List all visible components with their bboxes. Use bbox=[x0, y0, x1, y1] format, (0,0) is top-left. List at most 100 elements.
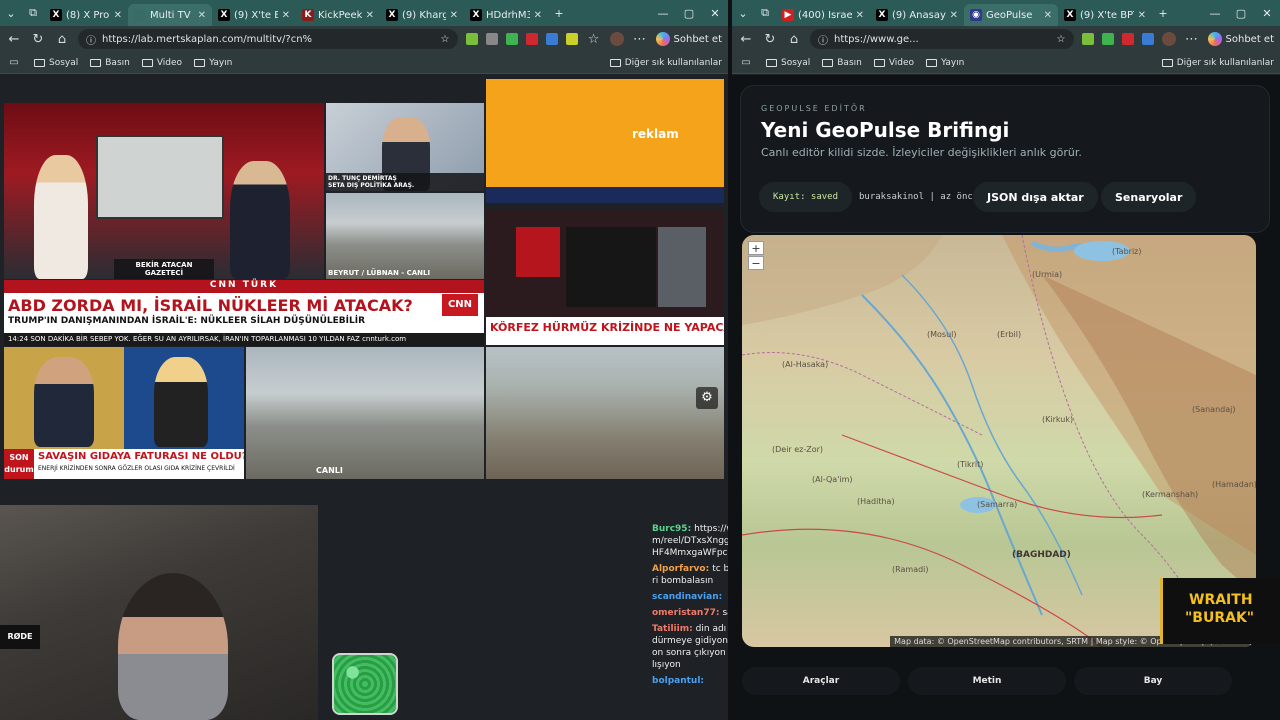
map-city-label: (Deir ez-Zor) bbox=[772, 445, 824, 454]
maximize-icon[interactable]: ▢ bbox=[676, 7, 702, 20]
tab-4[interactable]: X (9) Kharg - Ar ✕ bbox=[380, 4, 464, 26]
chat-username[interactable]: Alporfarvo: bbox=[652, 564, 709, 574]
bookmark-folder-video[interactable]: Video bbox=[873, 58, 914, 68]
close-window-icon[interactable]: ✕ bbox=[702, 7, 728, 20]
copilot-button[interactable]: Sohbet et bbox=[655, 32, 722, 46]
more-menu-icon[interactable]: ⋯ bbox=[1184, 32, 1200, 47]
zoom-out-button[interactable]: − bbox=[748, 256, 764, 270]
extension-icon[interactable] bbox=[1081, 33, 1094, 45]
close-window-icon[interactable]: ✕ bbox=[1254, 7, 1280, 20]
chat-username[interactable]: scandinavian: bbox=[652, 592, 722, 602]
refresh-icon[interactable]: ↻ bbox=[762, 32, 778, 47]
tv-tile-szc[interactable]: KÖRFEZ HÜRMÜZ KRİZİNDE NE YAPACAK? bbox=[486, 209, 724, 345]
tv-tile-aerial[interactable]: ⚙ bbox=[486, 347, 724, 479]
home-icon[interactable]: ⌂ bbox=[786, 32, 802, 47]
other-favorites[interactable]: Diğer sık kullanılanlar bbox=[609, 58, 722, 68]
tab-3[interactable]: X (9) X'te BPT: " ✕ bbox=[1058, 4, 1152, 26]
workspaces-icon[interactable]: ⧉ bbox=[754, 0, 776, 26]
scenarios-button[interactable]: Senaryolar bbox=[1101, 182, 1197, 212]
chat-username[interactable]: Tatiliim: bbox=[652, 624, 693, 634]
bookmark-folder-video[interactable]: Video bbox=[141, 57, 183, 68]
tab-0[interactable]: X (8) X Pro ✕ bbox=[44, 4, 128, 26]
extension-icon[interactable] bbox=[1121, 33, 1134, 45]
extension-icon[interactable] bbox=[1101, 33, 1114, 45]
close-tab-icon[interactable]: ✕ bbox=[856, 10, 864, 21]
chat-username[interactable]: omeristan77: bbox=[652, 608, 719, 618]
tool-tab-2[interactable]: Bay bbox=[1074, 667, 1232, 695]
back-icon[interactable]: ← bbox=[738, 32, 754, 47]
bookmark-folder-basin[interactable]: Basın bbox=[90, 58, 130, 68]
tab-0[interactable]: ▶ (400) Israel Live ✕ bbox=[776, 4, 870, 26]
chat-username[interactable]: bolpantul: bbox=[652, 676, 704, 686]
bookmark-folder-sosyal[interactable]: Sosyal bbox=[766, 58, 810, 68]
tab-1[interactable]: X (9) Anasay ✕ bbox=[870, 4, 964, 26]
tv-tile-son-durum[interactable]: SON durum SAVAŞIN GIDAYA FATURASI NE OLD… bbox=[4, 347, 244, 479]
tv-tile-ad[interactable]: reklam bbox=[486, 79, 724, 203]
tv-tile-skyline[interactable]: CANLI bbox=[246, 347, 484, 479]
extension-icon[interactable] bbox=[1141, 33, 1154, 45]
tab-2[interactable]: X (9) X'te Bozuk ✕ bbox=[212, 4, 296, 26]
close-tab-icon[interactable]: ✕ bbox=[366, 10, 374, 21]
close-tab-icon[interactable]: ✕ bbox=[450, 10, 458, 21]
extension-icon[interactable] bbox=[465, 33, 478, 45]
json-export-button[interactable]: JSON dışa aktar bbox=[973, 182, 1098, 212]
chat-username[interactable]: Burc95: bbox=[652, 524, 691, 534]
zoom-in-button[interactable]: + bbox=[748, 241, 764, 255]
tool-tab-1[interactable]: Metin bbox=[908, 667, 1066, 695]
tv-tile-studio[interactable]: BEKİR ATACAN GAZETECİ bbox=[4, 103, 324, 279]
tv-tile-beirut[interactable]: BEYRUT / LÜBNAN - CANLI bbox=[326, 193, 484, 279]
close-tab-icon[interactable]: ✕ bbox=[1044, 10, 1052, 21]
new-tab-button[interactable]: + bbox=[548, 0, 570, 26]
extension-icon[interactable] bbox=[525, 33, 538, 45]
new-tab-button[interactable]: + bbox=[1152, 0, 1174, 26]
favorite-star-icon[interactable]: ☆ bbox=[441, 34, 450, 45]
extension-icon[interactable] bbox=[545, 33, 558, 45]
tab-menu-icon[interactable]: ⌄ bbox=[732, 0, 754, 26]
tab-2[interactable]: ◉ GeoPulse ✕ bbox=[964, 4, 1058, 26]
extension-icon[interactable] bbox=[505, 33, 518, 45]
page-title: Yeni GeoPulse Brifingi bbox=[761, 118, 1010, 142]
bookmark-label: Video bbox=[156, 57, 183, 68]
site-info-icon[interactable]: ⓘ bbox=[818, 32, 828, 47]
refresh-icon[interactable]: ↻ bbox=[30, 32, 46, 47]
extension-icon[interactable] bbox=[565, 33, 578, 45]
copilot-button[interactable]: Sohbet et bbox=[1207, 32, 1274, 46]
tool-tab-0[interactable]: Araçlar bbox=[742, 667, 900, 695]
address-bar[interactable]: ⓘ https://lab.mertskaplan.com/multitv/?c… bbox=[78, 29, 458, 49]
address-bar[interactable]: ⓘ https://www.ge... ☆ bbox=[810, 29, 1074, 49]
close-tab-icon[interactable]: ✕ bbox=[282, 10, 290, 21]
bookmark-folder-basin[interactable]: Basın bbox=[822, 58, 862, 68]
back-icon[interactable]: ← bbox=[6, 32, 22, 47]
close-tab-icon[interactable]: ✕ bbox=[198, 10, 206, 21]
favorites-icon[interactable]: ☆ bbox=[586, 32, 602, 47]
bookmark-folder-sosyal[interactable]: Sosyal bbox=[34, 58, 78, 68]
site-info-icon[interactable]: ⓘ bbox=[86, 32, 96, 47]
map-city-label: (Kermanshah) bbox=[1142, 490, 1199, 499]
close-tab-icon[interactable]: ✕ bbox=[950, 10, 958, 21]
gear-icon[interactable]: ⚙ bbox=[696, 387, 718, 409]
close-tab-icon[interactable]: ✕ bbox=[534, 10, 542, 21]
tab-1[interactable]: Multi TV - Hal ✕ bbox=[128, 4, 212, 26]
reading-list-icon[interactable]: ▭ bbox=[6, 57, 22, 68]
avatar[interactable] bbox=[609, 32, 624, 46]
more-menu-icon[interactable]: ⋯ bbox=[632, 32, 648, 47]
close-tab-icon[interactable]: ✕ bbox=[114, 10, 122, 21]
tab-3[interactable]: K KickPeek - Kic ✕ bbox=[296, 4, 380, 26]
minimize-icon[interactable]: — bbox=[1202, 7, 1228, 20]
bookmark-folder-yayin[interactable]: Yayın bbox=[194, 58, 232, 68]
tab-5[interactable]: X HDdrhM3XlAA ✕ bbox=[464, 4, 548, 26]
close-tab-icon[interactable]: ✕ bbox=[1138, 10, 1146, 21]
other-favorites[interactable]: Diğer sık kullanılanlar bbox=[1161, 58, 1274, 68]
workspaces-icon[interactable]: ⧉ bbox=[22, 0, 44, 26]
chat-message: Alporfarvo:tc bunların tuttuğu yeri bomb… bbox=[652, 563, 728, 587]
tv-tile-guest[interactable]: DR. TUNÇ DEMİRTAŞ SETA DIŞ POLİTİKA ARAŞ… bbox=[326, 103, 484, 191]
favorite-star-icon[interactable]: ☆ bbox=[1057, 34, 1066, 45]
tab-menu-icon[interactable]: ⌄ bbox=[0, 0, 22, 26]
bookmark-folder-yayin[interactable]: Yayın bbox=[926, 58, 964, 68]
minimize-icon[interactable]: — bbox=[650, 7, 676, 20]
avatar[interactable] bbox=[1161, 32, 1176, 46]
extension-icon[interactable] bbox=[485, 33, 498, 45]
maximize-icon[interactable]: ▢ bbox=[1228, 7, 1254, 20]
reading-list-icon[interactable]: ▭ bbox=[738, 57, 754, 68]
home-icon[interactable]: ⌂ bbox=[54, 32, 70, 47]
